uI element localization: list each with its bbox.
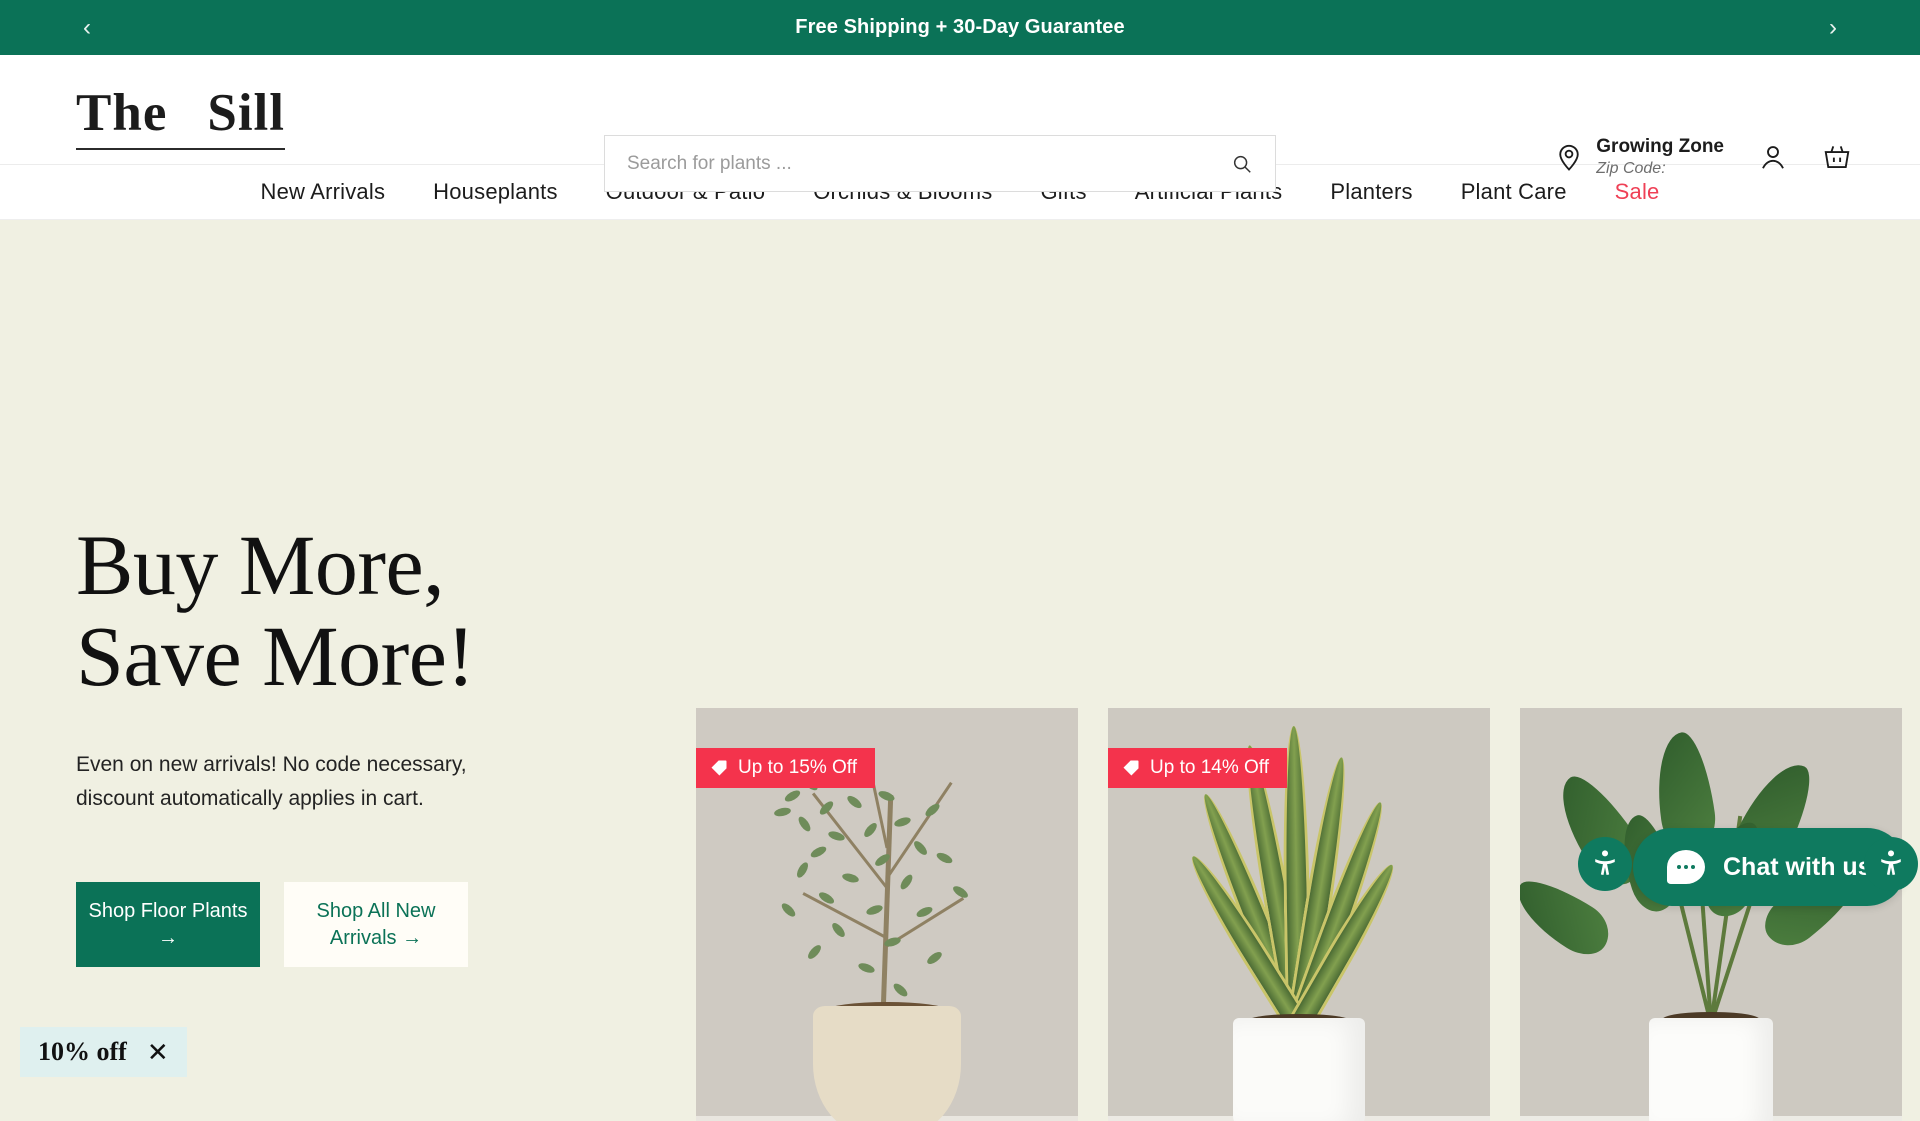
price-tag-icon bbox=[1123, 760, 1139, 776]
logo-word-sill: Sill bbox=[207, 84, 286, 142]
growing-zone-selector[interactable]: Growing Zone Zip Code: bbox=[1554, 135, 1724, 179]
discount-badge-label: Up to 14% Off bbox=[1150, 757, 1269, 778]
plant-illustration bbox=[1520, 708, 1902, 1121]
close-icon[interactable]: ✕ bbox=[147, 1039, 169, 1065]
accessibility-button-secondary[interactable] bbox=[1864, 837, 1918, 891]
search-box[interactable] bbox=[604, 135, 1276, 192]
promo-discount-pill[interactable]: 10% off ✕ bbox=[20, 1027, 187, 1077]
site-logo[interactable]: The Sill bbox=[76, 84, 286, 150]
hero-title: Buy More, Save More! bbox=[76, 517, 696, 705]
chat-with-us-label: Chat with us bbox=[1723, 852, 1872, 881]
hero-content: Buy More, Save More! Even on new arrival… bbox=[76, 517, 696, 968]
announcement-text: Free Shipping + 30-Day Guarantee bbox=[795, 16, 1125, 38]
discount-badge: Up to 14% Off bbox=[1108, 748, 1287, 788]
chat-bubble-icon bbox=[1667, 850, 1705, 884]
accessibility-icon bbox=[1881, 850, 1901, 876]
price-tag-icon bbox=[711, 760, 727, 776]
announcement-bar: ‹ Free Shipping + 30-Day Guarantee › bbox=[0, 0, 1920, 55]
accessibility-button[interactable] bbox=[1578, 837, 1632, 891]
location-pin-icon bbox=[1559, 144, 1579, 171]
logo-word-the: The bbox=[76, 84, 168, 142]
hero-title-line-2: Save More! bbox=[76, 608, 475, 705]
accessibility-icon bbox=[1595, 850, 1615, 876]
hero-cta-group: Shop Floor Plants → Shop All New Arrival… bbox=[76, 882, 696, 968]
product-card[interactable]: Bird of Paradise Trending plant! From $4… bbox=[1520, 708, 1902, 1121]
product-image: Up to 15% Off bbox=[696, 708, 1078, 1121]
shop-floor-plants-button[interactable]: Shop Floor Plants → bbox=[76, 882, 260, 968]
page-root: ‹ Free Shipping + 30-Day Guarantee › The… bbox=[0, 0, 1920, 1121]
hero-section: Buy More, Save More! Even on new arrival… bbox=[0, 220, 1920, 1121]
hero-title-line-1: Buy More, bbox=[76, 517, 445, 613]
promo-discount-label: 10% off bbox=[38, 1037, 127, 1066]
product-card[interactable]: Up to 15% Off Olive Tree Our most popula… bbox=[696, 708, 1078, 1121]
announcement-next-arrow[interactable]: › bbox=[1818, 15, 1848, 40]
shop-all-new-arrivals-button[interactable]: Shop All New Arrivals → bbox=[284, 882, 468, 968]
discount-badge-label: Up to 15% Off bbox=[738, 757, 857, 778]
nav-item-planters[interactable]: Planters bbox=[1306, 179, 1436, 205]
product-carousel: Up to 15% Off Olive Tree Our most popula… bbox=[696, 708, 1902, 1121]
search-icon[interactable] bbox=[1231, 153, 1253, 175]
growing-zone-title: Growing Zone bbox=[1596, 136, 1724, 157]
product-image bbox=[1520, 708, 1902, 1121]
growing-zone-zip: Zip Code: bbox=[1596, 159, 1666, 177]
shopping-basket-icon[interactable] bbox=[1822, 142, 1852, 172]
discount-badge: Up to 15% Off bbox=[696, 748, 875, 788]
nav-item-sale[interactable]: Sale bbox=[1591, 179, 1684, 205]
site-header: The Sill Growing Zone Zip Code: bbox=[0, 55, 1920, 192]
product-image: Up to 14% Off bbox=[1108, 708, 1490, 1121]
search-input[interactable] bbox=[627, 152, 1231, 175]
announcement-prev-arrow[interactable]: ‹ bbox=[72, 15, 102, 40]
user-account-icon[interactable] bbox=[1758, 142, 1788, 172]
nav-item-plant-care[interactable]: Plant Care bbox=[1437, 179, 1591, 205]
header-actions: Growing Zone Zip Code: bbox=[1554, 135, 1852, 179]
product-card[interactable]: Up to 14% Off Snake Plant Laurentii So e… bbox=[1108, 708, 1490, 1121]
nav-item-houseplants[interactable]: Houseplants bbox=[409, 179, 582, 205]
nav-item-new-arrivals[interactable]: New Arrivals bbox=[237, 179, 410, 205]
hero-subtitle: Even on new arrivals! No code necessary,… bbox=[76, 753, 467, 811]
